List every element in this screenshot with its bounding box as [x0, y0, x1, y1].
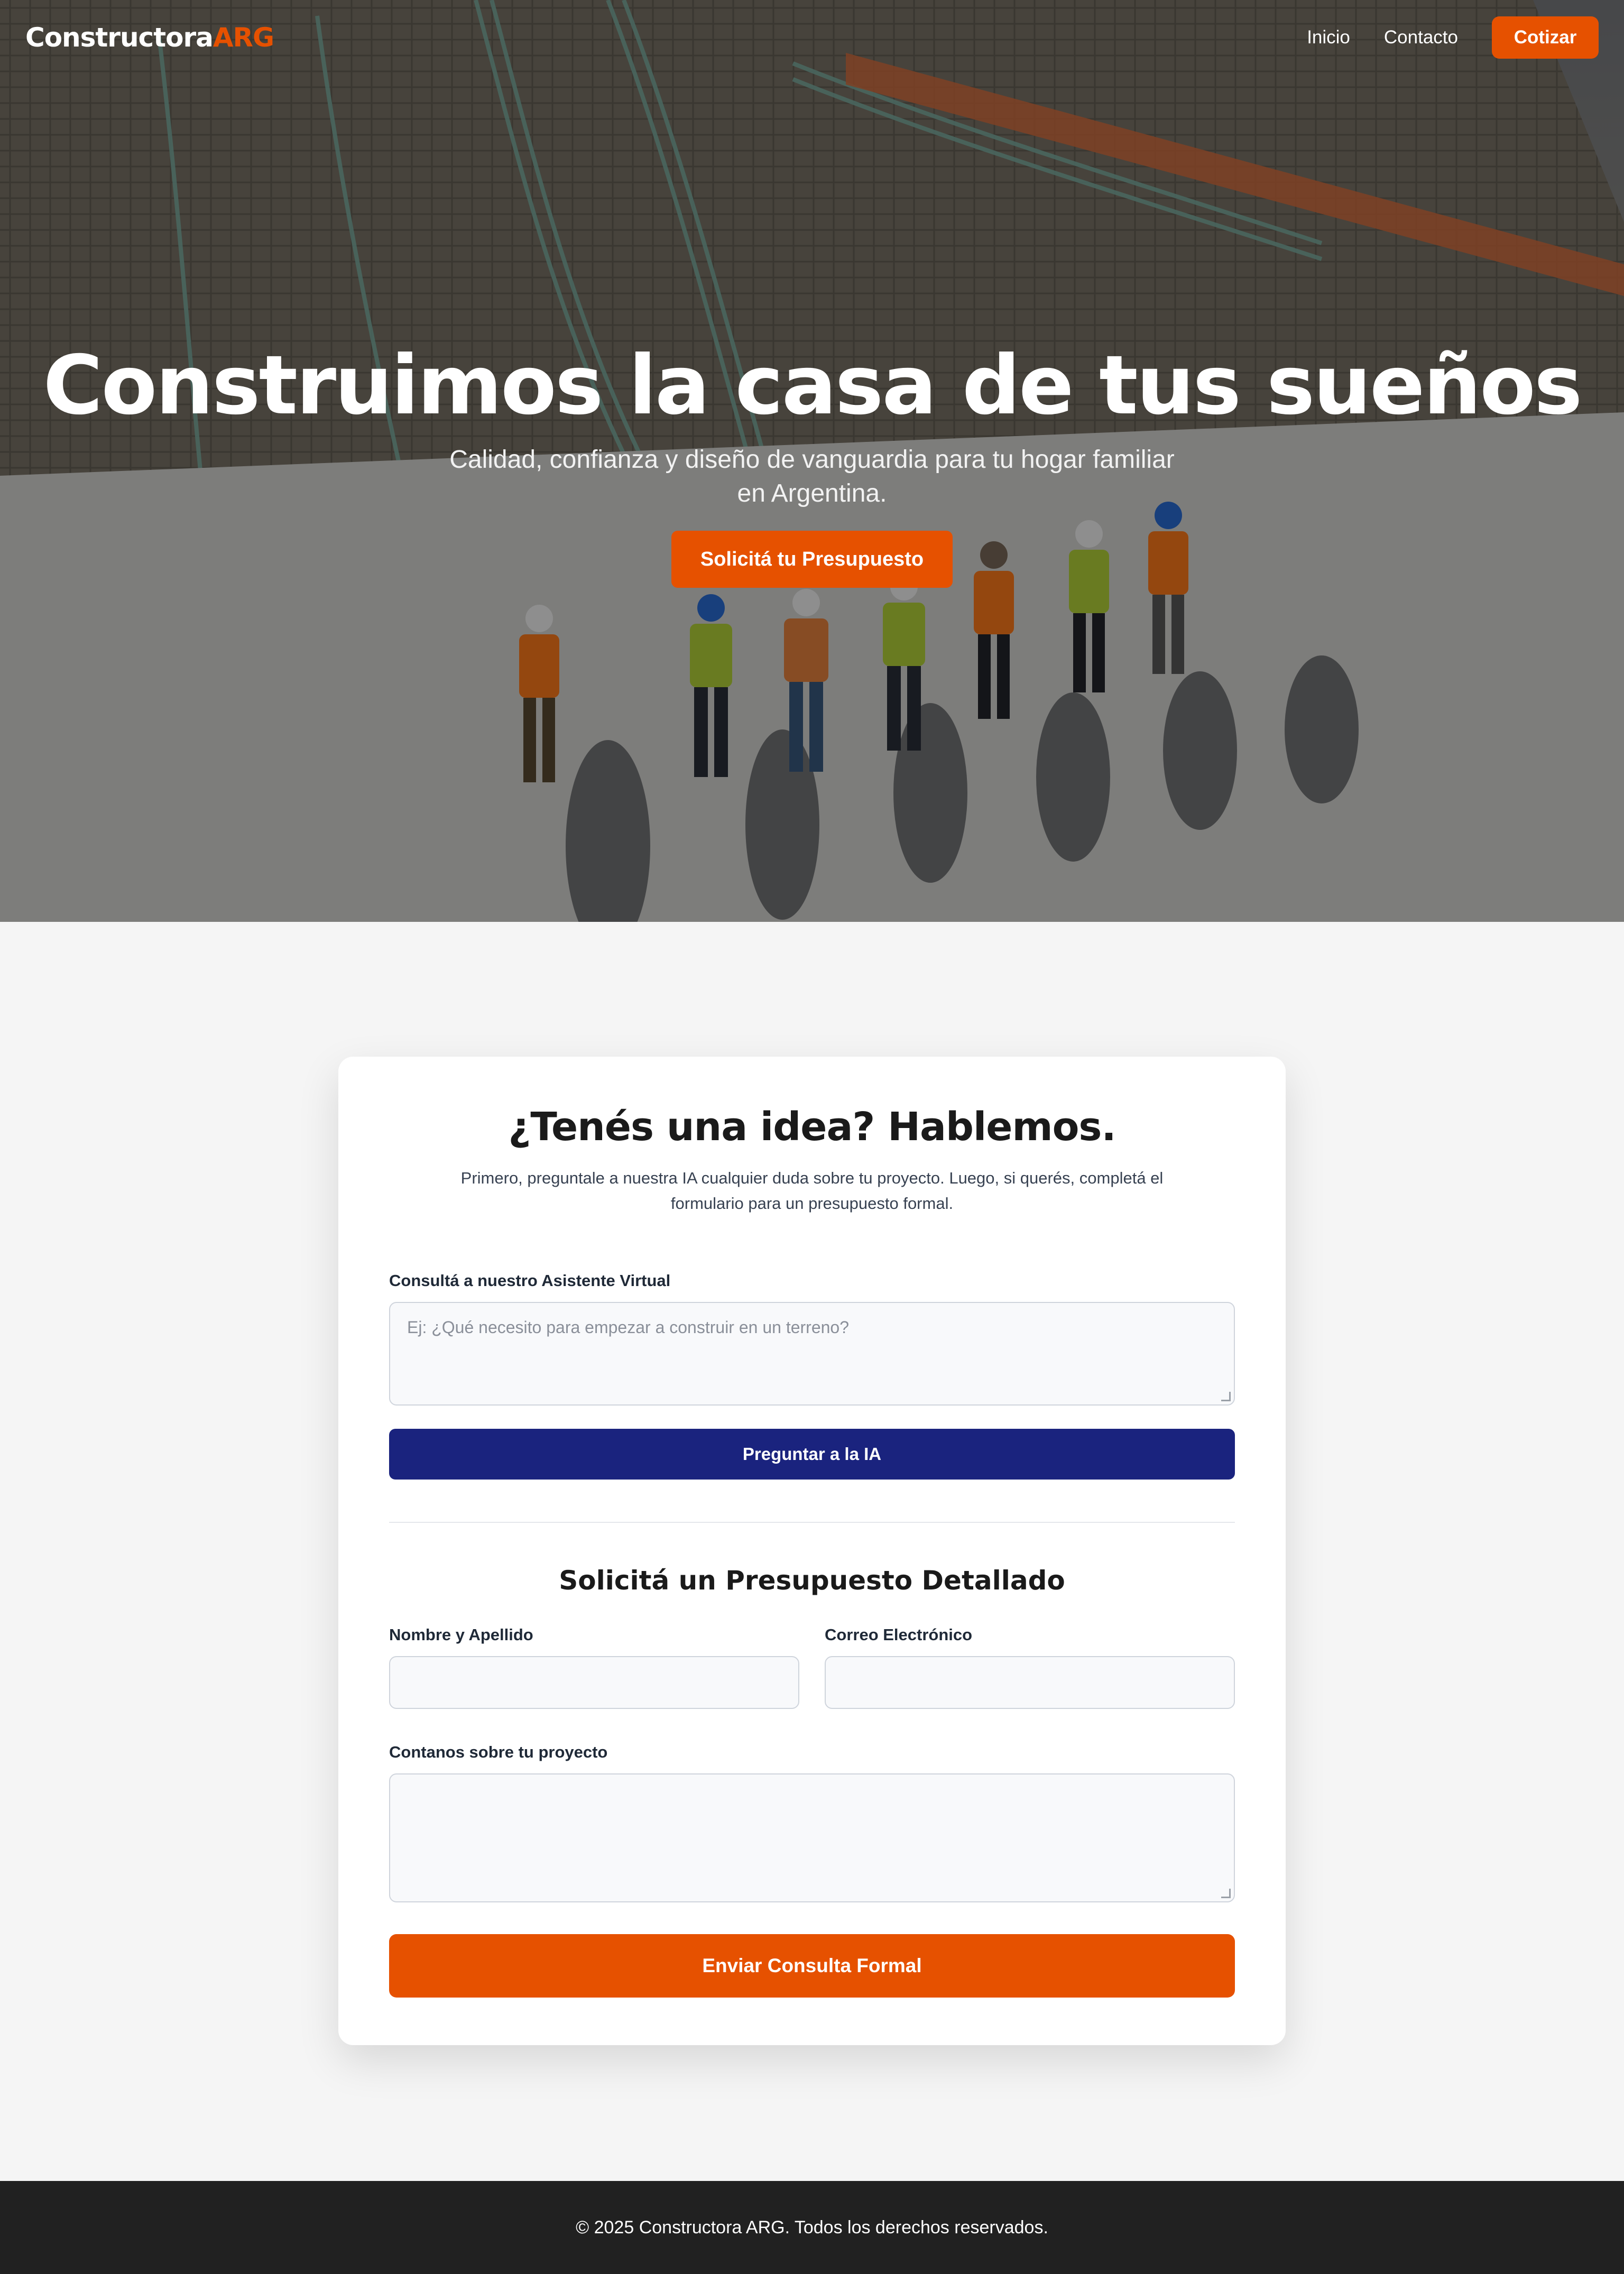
hero-section: ConstructoraARG Inicio Contacto Cotizar … [0, 0, 1624, 922]
email-field-group: Correo Electrónico [825, 1625, 1235, 1709]
logo-main-text: Constructora [25, 22, 214, 53]
quote-form-title: Solicitá un Presupuesto Detallado [559, 1565, 1065, 1596]
email-input[interactable] [825, 1656, 1235, 1709]
project-textarea[interactable] [389, 1773, 1235, 1902]
submit-formal-button[interactable]: Enviar Consulta Formal [389, 1934, 1235, 1998]
name-input[interactable] [389, 1656, 799, 1709]
page-footer: © 2025 Constructora ARG. Todos los derec… [0, 2181, 1624, 2274]
project-field-group: Contanos sobre tu proyecto [389, 1743, 1235, 1902]
project-label: Contanos sobre tu proyecto [389, 1743, 608, 1761]
nav-links: Inicio Contacto Cotizar [1307, 16, 1599, 59]
contact-card: ¿Tenés una idea? Hablemos. Primero, preg… [338, 1057, 1286, 2045]
footer-copyright: © 2025 Constructora ARG. Todos los derec… [576, 2217, 1048, 2238]
cotizar-button[interactable]: Cotizar [1492, 16, 1599, 59]
hero-title: Construimos la casa de tus sueños [43, 338, 1582, 433]
section-divider [389, 1522, 1235, 1523]
ask-ai-button[interactable]: Preguntar a la IA [389, 1429, 1235, 1480]
resize-handle-icon[interactable] [1221, 1889, 1231, 1898]
hero-subtitle: Calidad, confianza y diseño de vanguardi… [449, 446, 1175, 507]
ai-question-label: Consultá a nuestro Asistente Virtual [389, 1271, 671, 1290]
name-email-row: Nombre y Apellido Correo Electrónico [389, 1625, 1235, 1709]
nav-link-inicio[interactable]: Inicio [1307, 27, 1350, 48]
hero-content: Construimos la casa de tus sueños Calida… [0, 338, 1624, 588]
name-label: Nombre y Apellido [389, 1625, 533, 1644]
ai-question-placeholder: Ej: ¿Qué necesito para empezar a constru… [407, 1318, 849, 1337]
brand-logo[interactable]: ConstructoraARG [25, 22, 274, 53]
ai-assistant-block: Consultá a nuestro Asistente Virtual Ej:… [389, 1271, 1235, 1480]
resize-handle-icon[interactable] [1221, 1392, 1231, 1401]
contact-title: ¿Tenés una idea? Hablemos. [508, 1104, 1116, 1150]
nav-link-contacto[interactable]: Contacto [1384, 27, 1458, 48]
logo-accent-text: ARG [213, 22, 274, 53]
name-field-group: Nombre y Apellido [389, 1625, 799, 1709]
request-quote-button[interactable]: Solicitá tu Presupuesto [671, 531, 953, 588]
email-label: Correo Electrónico [825, 1625, 973, 1644]
contact-intro: Primero, preguntale a nuestra IA cualqui… [460, 1169, 1164, 1213]
top-navbar: ConstructoraARG Inicio Contacto Cotizar [0, 0, 1624, 75]
ai-question-textarea[interactable]: Ej: ¿Qué necesito para empezar a constru… [389, 1302, 1235, 1406]
